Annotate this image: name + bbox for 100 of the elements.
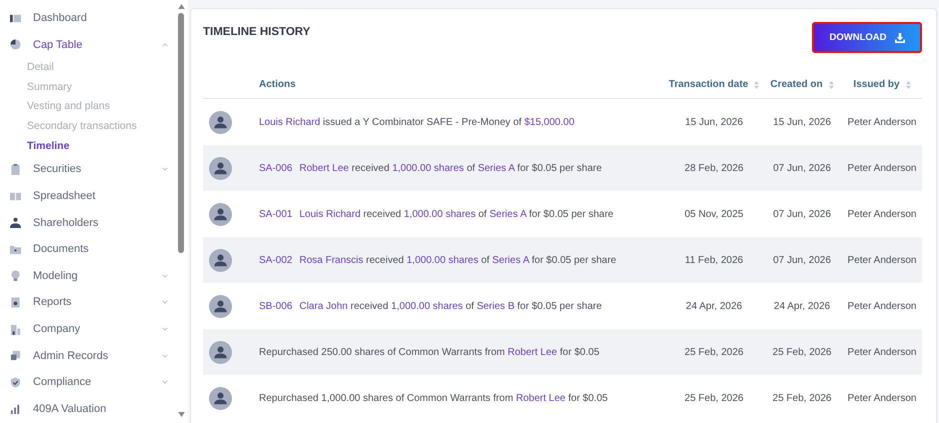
download-icon [894, 32, 904, 42]
records-icon [10, 350, 21, 362]
chevron-down-icon [162, 354, 168, 358]
link[interactable]: Robert Lee [299, 162, 349, 174]
table-cell-text: 11 Feb, 2026 [684, 254, 744, 266]
table-cell-text: Peter Anderson [846, 300, 918, 312]
avatar-icon [209, 294, 232, 318]
table-cell-text: 07 Jun, 2026 [772, 254, 832, 266]
person-icon [10, 217, 21, 228]
sidebar-item[interactable]: Modeling [0, 262, 176, 290]
column-header[interactable]: Actions [259, 79, 666, 90]
link[interactable]: $15,000.00 [524, 116, 574, 128]
chevron-down-icon [162, 167, 168, 172]
table-cell-text: Peter Anderson [846, 116, 918, 128]
sidebar-item[interactable]: Dashboard [0, 5, 176, 32]
folder-icon [10, 244, 21, 255]
link[interactable]: Louis Richard [299, 208, 361, 220]
chevron-down-icon [162, 300, 168, 304]
chevron-down-icon [162, 380, 168, 384]
table-cell-text: Peter Anderson [846, 162, 918, 174]
link[interactable]: 1,000.00 shares [391, 300, 463, 312]
table-cell-text: 25 Feb, 2026 [684, 392, 744, 404]
link[interactable]: SA-001 [259, 208, 292, 220]
action-text: SB-006 Clara John received 1,000.00 shares of Series B for $0.05 per share [259, 300, 602, 312]
table-cell-text: 25 Feb, 2026 [772, 346, 832, 358]
avatar-icon [209, 110, 232, 134]
dashboard-icon [10, 12, 21, 24]
report-icon [10, 296, 21, 308]
sidebar-item[interactable]: Admin Records [0, 342, 176, 369]
sort-icon [754, 80, 760, 88]
link[interactable]: Clara John [299, 300, 348, 312]
shield-icon [10, 376, 21, 388]
action-text: SA-006 Robert Lee received 1,000.00 shares of Series A for $0.05 per share [259, 162, 602, 174]
column-header[interactable]: Issued by [842, 79, 922, 90]
pie-icon [10, 39, 21, 50]
sidebar-item[interactable]: 409A Valuation [0, 396, 176, 422]
download-button[interactable]: DOWNLOAD [812, 22, 922, 53]
table-cell-text: 25 Feb, 2026 [772, 392, 832, 404]
scroll-thumb[interactable] [178, 13, 184, 253]
table-cell-text: 24 Apr, 2026 [684, 300, 744, 312]
table-cell-text: Peter Anderson [846, 208, 918, 220]
link[interactable]: Series A [490, 208, 526, 220]
table-cell-text: 24 Apr, 2026 [772, 300, 832, 312]
table-cell-text: 28 Feb, 2026 [684, 162, 744, 174]
chevron-down-icon [162, 274, 168, 278]
sidebar-item[interactable]: Compliance [0, 368, 176, 396]
column-header[interactable]: Transaction date [666, 79, 762, 90]
card-title: TIMELINE HISTORY [203, 26, 310, 38]
action-text: SA-001 Louis Richard received 1,000.00 shares of Series A for $0.05 per share [259, 208, 614, 220]
sidebar-subitem[interactable]: Timeline [0, 136, 176, 156]
avatar-icon [209, 248, 232, 272]
sidebar-item[interactable]: Spreadsheet [0, 182, 176, 210]
table-cell-text: 05 Nov, 2025 [684, 208, 744, 220]
link[interactable]: SB-006 [259, 300, 292, 312]
avatar-icon [209, 156, 232, 180]
table-cell-text: Peter Anderson [846, 254, 918, 266]
scroll-up-icon[interactable] [178, 4, 184, 9]
scroll-down-icon[interactable] [178, 412, 184, 417]
link[interactable]: 1,000.00 shares [404, 208, 476, 220]
link[interactable]: SA-002 [259, 254, 292, 266]
link[interactable]: Robert Lee [516, 392, 566, 404]
avatar-icon [209, 202, 232, 226]
clipboard-icon [10, 164, 21, 175]
action-text: SA-002 Rosa Franscis received 1,000.00 shares of Series A for $0.05 per share [259, 254, 616, 266]
chevron-up-icon [162, 42, 168, 47]
grid-icon [10, 190, 21, 202]
link[interactable]: 1,000.00 shares [392, 162, 464, 174]
chevron-down-icon [162, 327, 168, 332]
table-cell-text: 07 Jun, 2026 [772, 162, 832, 174]
building-icon [10, 324, 21, 335]
table-cell-text: Peter Anderson [846, 346, 918, 358]
table-cell-text: 15 Jun, 2026 [772, 116, 832, 128]
link[interactable]: Series A [492, 254, 529, 266]
action-text: Louis Richard issued a Y Combinator SAFE - Pre-Money of $15,000.00 [259, 116, 574, 128]
sort-icon [828, 80, 834, 88]
action-text: Repurchased 1,000.00 shares of Common Warrants from Robert Lee for $0.05 [259, 392, 608, 404]
table-cell-text: 25 Feb, 2026 [684, 346, 744, 358]
chart-icon [10, 403, 21, 414]
avatar-icon [209, 386, 232, 410]
link[interactable]: Rosa Franscis [299, 254, 364, 266]
action-text: Repurchased 250.00 shares of Common Warrants from Robert Lee for $0.05 [259, 346, 600, 358]
link[interactable]: SA-006 [259, 162, 292, 174]
link[interactable]: Louis Richard [259, 116, 320, 128]
sidebar-item[interactable]: Shareholders [0, 209, 176, 236]
link[interactable]: Series A [478, 162, 515, 174]
link[interactable]: Series B [476, 300, 514, 312]
table-cell-text: Peter Anderson [846, 392, 918, 404]
avatar-icon [209, 340, 232, 364]
column-header[interactable]: Created on [762, 79, 842, 90]
sort-icon [906, 80, 911, 88]
sidebar-item[interactable]: Documents [0, 236, 176, 263]
sidebar-item[interactable]: Reports [0, 289, 176, 316]
sidebar-item[interactable]: Company [0, 316, 176, 342]
sidebar-item[interactable]: Securities [0, 156, 176, 183]
table-cell-text: 15 Jun, 2026 [684, 116, 744, 128]
table-cell-text: 07 Jun, 2026 [772, 208, 832, 220]
bulb-icon [10, 270, 21, 282]
link[interactable]: Robert Lee [508, 346, 558, 358]
sidebar-item[interactable]: Cap Table [0, 32, 176, 58]
link[interactable]: 1,000.00 shares [406, 254, 478, 266]
